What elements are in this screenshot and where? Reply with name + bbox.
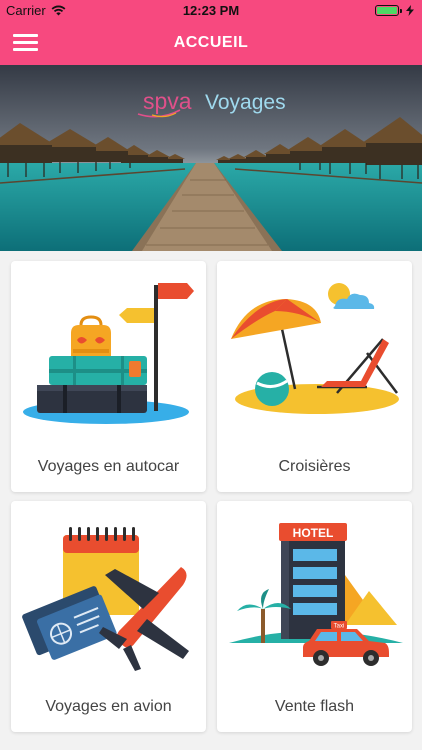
page-title: ACCUEIL (173, 34, 249, 51)
tile-label: Vente flash (274, 698, 355, 715)
beach-umbrella-chair-icon (231, 283, 399, 414)
hamburger-menu-icon[interactable] (13, 34, 38, 54)
hero-banner: spva Voyages (0, 65, 422, 251)
airplane-tickets-icon (22, 527, 189, 671)
maldives-water-villas-image: spva Voyages (0, 65, 422, 251)
luggage-signpost-icon (23, 283, 194, 424)
charging-bolt-icon (406, 5, 414, 16)
battery-icon (375, 5, 402, 16)
tile-label: Croisières (278, 458, 351, 475)
status-time: 12:23 PM (182, 3, 240, 18)
tile-label: Voyages en autocar (37, 458, 180, 475)
tile-croisieres[interactable]: Croisières (217, 261, 412, 492)
taxi-sign-text: Taxi (334, 624, 345, 630)
tile-voyages-autocar[interactable]: Voyages en autocar (11, 261, 206, 492)
tile-label: Voyages en avion (45, 698, 172, 715)
status-bar: Carrier 12:23 PM (0, 0, 422, 22)
status-right (375, 5, 414, 16)
logo-text-spva: spva (143, 88, 192, 114)
hotel-taxi-icon: HOTEL Taxi (229, 523, 403, 666)
tile-vente-flash[interactable]: HOTEL Taxi Vente flash (217, 501, 412, 732)
logo-text-voyages: Voyages (205, 91, 286, 114)
top-navigation-bar: ACCUEIL (0, 22, 422, 65)
tile-voyages-avion[interactable]: Voyages en avion (11, 501, 206, 732)
hotel-sign-text: HOTEL (293, 526, 334, 540)
